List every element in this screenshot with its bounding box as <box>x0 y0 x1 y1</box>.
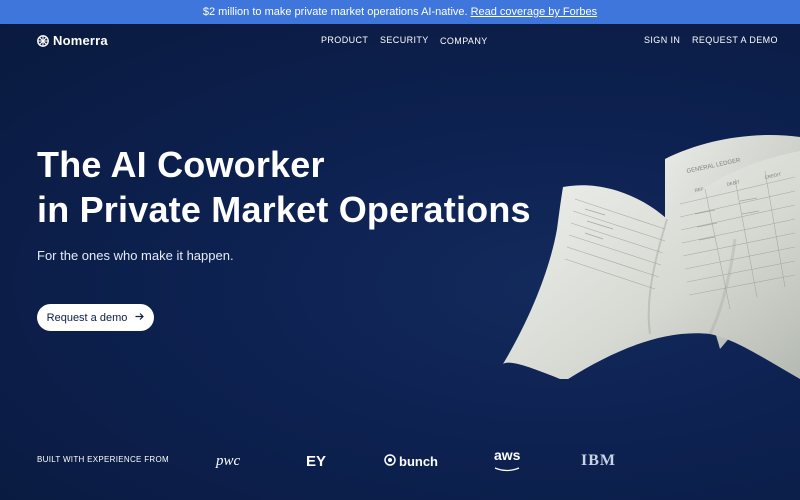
headline-line-1: The AI Coworker <box>37 144 325 185</box>
hero-subtitle: For the ones who make it happen. <box>37 248 234 263</box>
top-nav: Nomerra PRODUCT SECURITY COMPANY SIGN IN… <box>0 24 800 56</box>
aws-logo: aws <box>494 448 520 474</box>
headline-line-2: in Private Market Operations <box>37 189 531 230</box>
bunch-logo: bunch <box>384 448 438 474</box>
request-demo-button[interactable]: Request a demo <box>37 304 154 331</box>
aws-logo-text: aws <box>494 447 521 463</box>
nav-product[interactable]: PRODUCT <box>321 35 368 45</box>
announcement-bar: $2 million to make private market operat… <box>0 0 800 24</box>
sign-in-link[interactable]: SIGN IN <box>644 35 680 45</box>
aws-smile-icon <box>494 461 520 473</box>
arrow-right-icon <box>135 312 145 324</box>
bunch-mark-icon <box>384 453 396 469</box>
bunch-logo-text: bunch <box>399 453 438 469</box>
cta-label: Request a demo <box>46 311 128 324</box>
forbes-coverage-link[interactable]: Read coverage by Forbes <box>471 6 598 18</box>
brand-mark-icon <box>37 34 49 47</box>
ibm-logo: IBM <box>581 452 616 469</box>
nav-company[interactable]: COMPANY <box>440 36 488 46</box>
nav-security[interactable]: SECURITY <box>380 35 429 45</box>
hero-headline: The AI Coworker in Private Market Operat… <box>37 142 531 232</box>
ey-logo: EY <box>306 448 326 474</box>
brand-name: Nomerra <box>53 33 108 48</box>
partners-strip: BUILT WITH EXPERIENCE FROM pwc EY bunch … <box>0 444 800 480</box>
pwc-logo: pwc <box>216 452 241 469</box>
announcement-text: $2 million to make private market operat… <box>202 6 468 18</box>
hero-section: Nomerra PRODUCT SECURITY COMPANY SIGN IN… <box>0 24 800 500</box>
ey-logo-text: EY <box>306 452 327 470</box>
request-demo-link[interactable]: REQUEST A DEMO <box>692 35 778 45</box>
ledger-paper-illustration: GENERAL LEDGER REF DEBIT CREDIT <box>503 135 800 379</box>
partners-label: BUILT WITH EXPERIENCE FROM <box>37 455 169 464</box>
brand-logo[interactable]: Nomerra <box>37 33 108 48</box>
